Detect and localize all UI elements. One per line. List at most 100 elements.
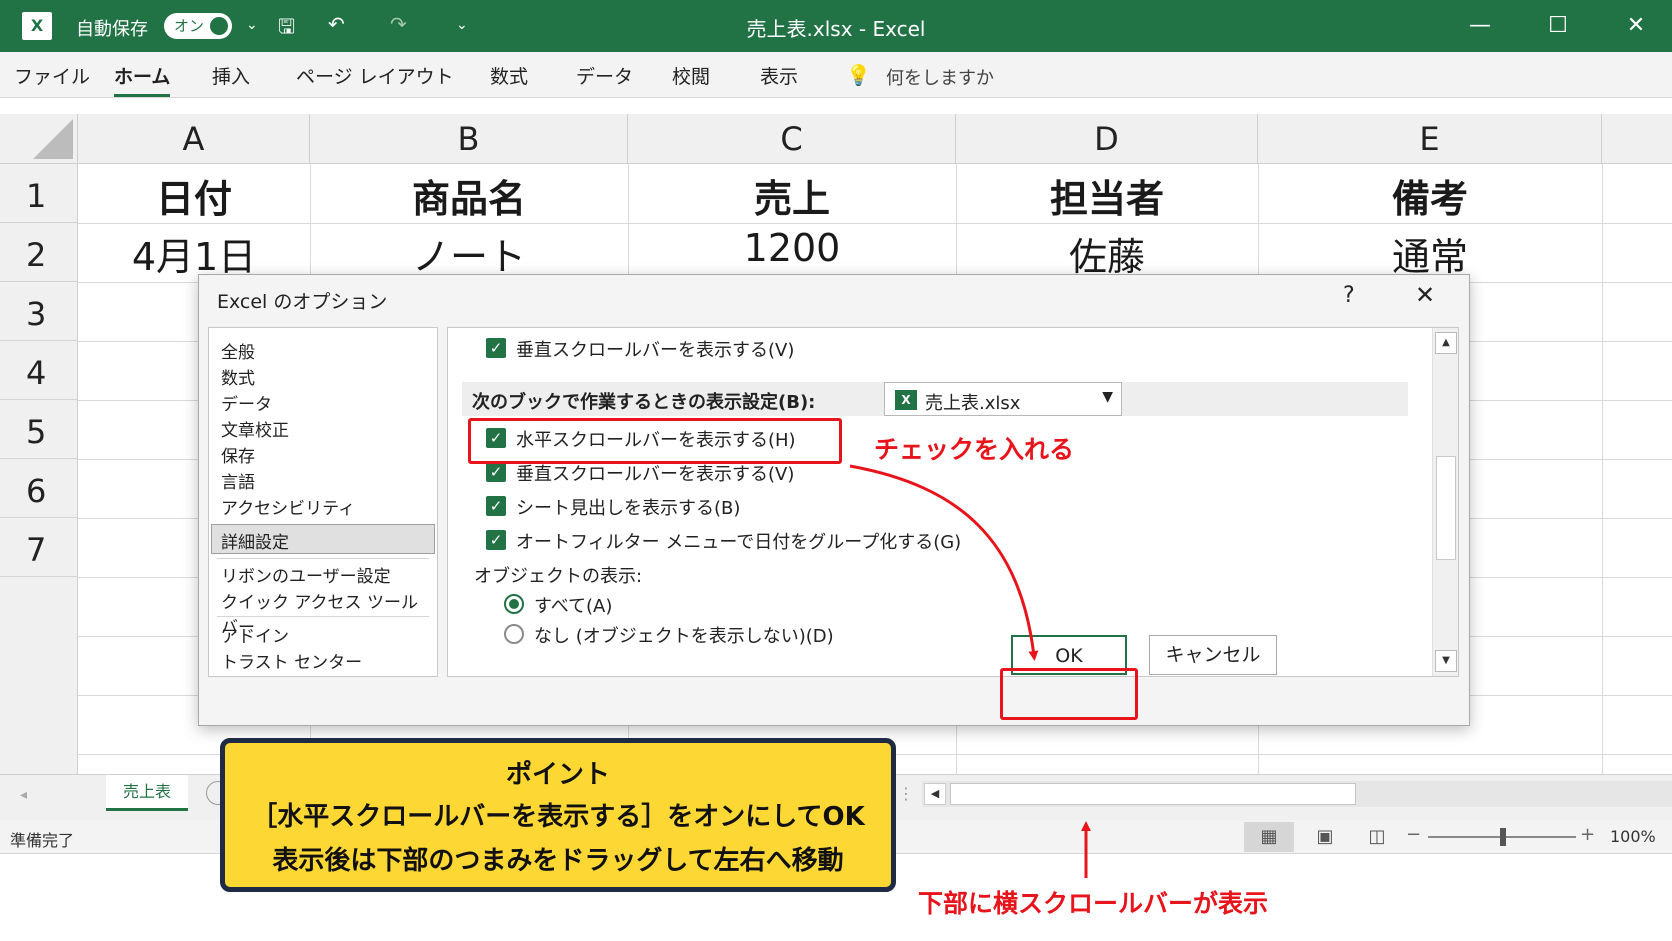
column-header-f[interactable] [1602,114,1672,164]
objects-display-label: オブジェクトの表示: [474,566,643,587]
checkbox-vertical-scrollbar[interactable]: ✓ [486,462,506,482]
close-window-icon[interactable]: ✕ [1616,8,1656,44]
options-vertical-scrollbar[interactable]: ▲ ▼ [1432,328,1458,676]
nav-item-data[interactable]: データ [221,390,272,415]
column-header-c[interactable]: C [628,114,956,164]
tab-file[interactable]: ファイル [14,62,90,89]
dropdown-arrow-icon: ▼ [1102,389,1113,405]
page-break-view-icon[interactable]: ◫ [1352,822,1402,852]
options-nav: 全般 数式 データ 文章校正 保存 言語 アクセシビリティ 詳細設定 リボンのユ… [208,327,438,677]
horizontal-scrollbar[interactable]: ◀ [922,781,1672,807]
zoom-in-icon[interactable]: + [1580,824,1595,845]
radio-objects-none-label: なし (オブジェクトを表示しない)(D) [534,626,834,647]
tab-home[interactable]: ホーム [114,62,171,97]
cell-a2[interactable]: 4月1日 [78,226,310,281]
scroll-down-icon[interactable]: ▼ [1435,650,1457,672]
checkbox-sheet-tabs[interactable]: ✓ [486,496,506,516]
redo-icon[interactable]: ↷ [390,12,407,36]
point-line-2: 表示後は下部のつまみをドラッグして左右へ移動 [272,846,844,876]
undo-icon[interactable]: ↶ [328,12,345,36]
radio-objects-none[interactable] [504,624,524,644]
book-select-value: 売上表.xlsx [925,393,1021,414]
option-vertical-scrollbar-top-label: 垂直スクロールバーを表示する(V) [516,340,795,361]
row-header-4[interactable]: 4 [0,341,78,400]
sheet-nav-left-icon[interactable]: ◂ [20,787,27,803]
checkbox-vertical-scrollbar-top[interactable]: ✓ [486,338,506,358]
scroll-up-icon[interactable]: ▲ [1435,332,1457,354]
cell-e2[interactable]: 通常 [1258,226,1602,281]
cell-b1[interactable]: 商品名 [310,168,628,223]
row-header-6[interactable]: 6 [0,459,78,518]
cell-e1[interactable]: 備考 [1258,168,1602,223]
tab-view[interactable]: 表示 [760,62,798,89]
highlight-horizontal-scrollbar-option [468,418,842,464]
column-header-b[interactable]: B [310,114,628,164]
tab-data[interactable]: データ [576,62,633,89]
nav-item-trust-center[interactable]: トラスト センター [221,648,362,673]
nav-item-proofing[interactable]: 文章校正 [221,416,289,441]
zoom-slider-knob[interactable] [1500,828,1506,846]
point-title: ポイント [505,760,610,790]
column-header-a[interactable]: A [78,114,310,164]
nav-item-language[interactable]: 言語 [221,468,255,493]
book-select[interactable]: X 売上表.xlsx ▼ [884,382,1122,416]
nav-item-formulas[interactable]: 数式 [221,364,255,389]
grid-line [1602,164,1603,784]
nav-item-save[interactable]: 保存 [221,442,255,467]
horizontal-scroll-thumb[interactable] [950,783,1356,805]
nav-item-general[interactable]: 全般 [221,338,255,363]
close-icon[interactable]: ✕ [1415,281,1435,309]
highlight-ok-button [1000,668,1138,720]
row-header-3[interactable]: 3 [0,282,78,341]
nav-item-addins[interactable]: アドイン [221,622,289,647]
autosave-label: 自動保存 [76,19,148,40]
cell-b2[interactable]: ノート [310,226,628,281]
point-line-1: ［水平スクロールバーを表示する］をオンにしてOK [251,802,865,832]
tab-page-layout[interactable]: ページ レイアウト [296,62,454,89]
cell-c2[interactable]: 1200 [628,226,956,270]
tab-formulas[interactable]: 数式 [490,62,528,89]
point-callout: ポイント ［水平スクロールバーを表示する］をオンにしてOK 表示後は下部のつまみ… [220,738,896,892]
options-content: ✓ 垂直スクロールバーを表示する(V) 次のブックで作業するときの表示設定(B)… [447,327,1459,677]
option-autofilter-group-dates-label: オートフィルター メニューで日付をグループ化する(G) [516,532,962,553]
zoom-level[interactable]: 100% [1610,827,1656,846]
customize-quick-access-icon[interactable]: ⌄ [456,17,468,33]
nav-item-advanced[interactable]: 詳細設定 [221,528,289,553]
zoom-out-icon[interactable]: − [1406,824,1421,845]
scroll-left-icon[interactable]: ◀ [924,783,946,805]
nav-divider [217,558,429,559]
minimize-icon[interactable]: — [1460,8,1500,44]
tab-review[interactable]: 校閲 [672,62,710,89]
radio-objects-all[interactable] [504,594,524,614]
autosave-toggle[interactable]: オン [164,13,232,39]
checkbox-autofilter-group-dates[interactable]: ✓ [486,530,506,550]
page-layout-view-icon[interactable]: ▣ [1300,822,1350,852]
options-scroll-thumb[interactable] [1436,456,1456,560]
dialog-title: Excel のオプション [217,291,388,313]
row-header-7[interactable]: 7 [0,518,78,577]
normal-view-icon[interactable]: ▦ [1244,822,1294,852]
cell-a1[interactable]: 日付 [78,168,310,223]
nav-item-accessibility[interactable]: アクセシビリティ [221,494,355,519]
sheet-tab-active[interactable]: 売上表 [106,775,188,811]
tab-insert[interactable]: 挿入 [212,62,250,89]
row-header-2[interactable]: 2 [0,223,78,282]
save-icon[interactable]: 🖫 [278,12,295,46]
cell-c1[interactable]: 売上 [628,168,956,223]
column-header-d[interactable]: D [956,114,1258,164]
splitter-handle[interactable]: ⋮ [898,784,914,803]
check-instruction-note: チェックを入れる [874,435,1075,464]
radio-objects-all-label: すべて(A) [534,596,613,617]
cell-d1[interactable]: 担当者 [956,168,1258,223]
chevron-down-icon[interactable]: ⌄ [246,17,258,33]
maximize-icon[interactable]: ☐ [1538,8,1578,44]
select-all-corner[interactable] [0,114,78,164]
help-icon[interactable]: ? [1343,283,1355,308]
nav-item-customize-ribbon[interactable]: リボンのユーザー設定 [221,562,391,587]
row-header-5[interactable]: 5 [0,400,78,459]
row-header-1[interactable]: 1 [0,164,78,223]
tell-me-search[interactable]: 何をしますか [886,64,994,90]
cancel-button[interactable]: キャンセル [1149,635,1277,675]
cell-d2[interactable]: 佐藤 [956,226,1258,281]
column-header-e[interactable]: E [1258,114,1602,164]
